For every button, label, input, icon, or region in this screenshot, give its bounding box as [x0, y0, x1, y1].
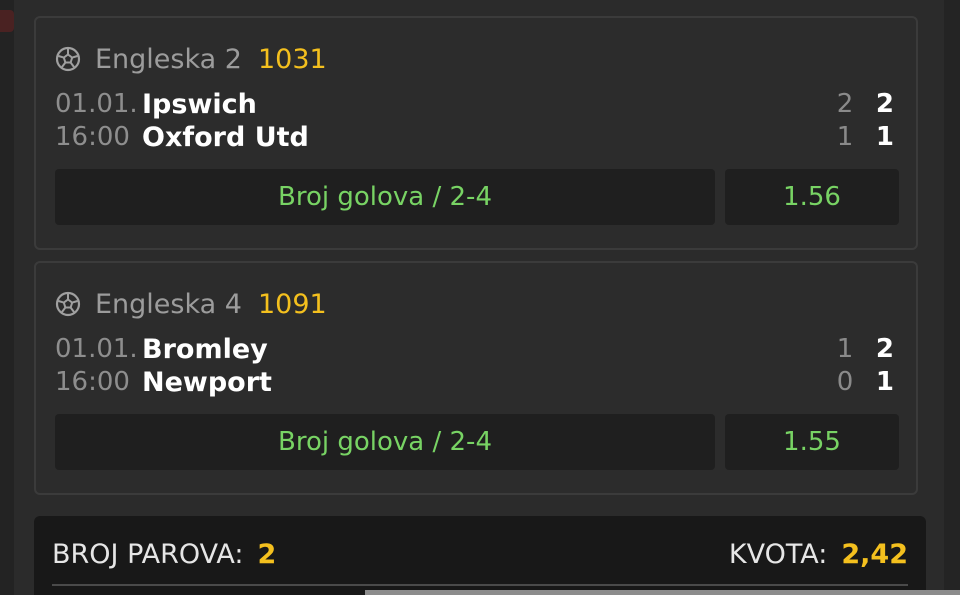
home-halftime-score: 1: [836, 334, 854, 364]
soccer-ball-icon: [55, 46, 81, 72]
summary-row: BROJ PAROVA: 2 KVOTA: 2,42: [52, 536, 908, 572]
away-halftime-score: 0: [836, 367, 854, 397]
away-team-row: 16:00 Newport 0 1: [55, 366, 894, 398]
league-name: Engleska 4: [95, 288, 242, 320]
match-code: 1091: [257, 288, 327, 320]
odds-label: KVOTA:: [728, 538, 828, 570]
home-team: Ipswich: [142, 88, 257, 120]
scrollbar[interactable]: [365, 590, 960, 595]
match-time: 16:00: [55, 122, 130, 152]
ticket-summary: BROJ PAROVA: 2 KVOTA: 2,42: [34, 516, 926, 595]
match-code: 1031: [257, 43, 327, 75]
home-team-row: 01.01. Bromley 1 2: [55, 333, 894, 365]
match-date: 01.01.: [55, 334, 138, 364]
away-team: Newport: [142, 366, 272, 398]
away-final-score: 1: [875, 367, 894, 397]
pairs-label: BROJ PAROVA:: [52, 538, 244, 570]
away-team-row: 16:00 Oxford Utd 1 1: [55, 121, 894, 153]
soccer-ball-icon: [55, 291, 81, 317]
total-odds: 2,42: [841, 538, 908, 570]
away-halftime-score: 1: [836, 122, 854, 152]
notification-dot: [0, 10, 14, 32]
match-card: Engleska 4 1091 01.01. Bromley 1 2 16:00…: [34, 261, 918, 495]
league-header: Engleska 2 1031: [55, 43, 327, 75]
match-card: Engleska 2 1031 01.01. Ipswich 2 2 16:00…: [34, 16, 918, 250]
ticket-panel: Engleska 2 1031 01.01. Ipswich 2 2 16:00…: [14, 0, 944, 595]
match-date: 01.01.: [55, 89, 138, 119]
bet-odd[interactable]: 1.55: [725, 414, 899, 470]
away-team: Oxford Utd: [142, 121, 309, 153]
bet-odd[interactable]: 1.56: [725, 169, 899, 225]
league-header: Engleska 4 1091: [55, 288, 327, 320]
away-final-score: 1: [875, 122, 894, 152]
home-team-row: 01.01. Ipswich 2 2: [55, 88, 894, 120]
home-halftime-score: 2: [836, 89, 854, 119]
bet-pick[interactable]: Broj golova / 2-4: [55, 169, 715, 225]
match-time: 16:00: [55, 367, 130, 397]
divider: [52, 584, 908, 586]
pairs-count: 2: [257, 538, 277, 570]
home-final-score: 2: [875, 89, 894, 119]
home-final-score: 2: [875, 334, 894, 364]
league-name: Engleska 2: [95, 43, 242, 75]
home-team: Bromley: [142, 333, 268, 365]
bet-pick[interactable]: Broj golova / 2-4: [55, 414, 715, 470]
